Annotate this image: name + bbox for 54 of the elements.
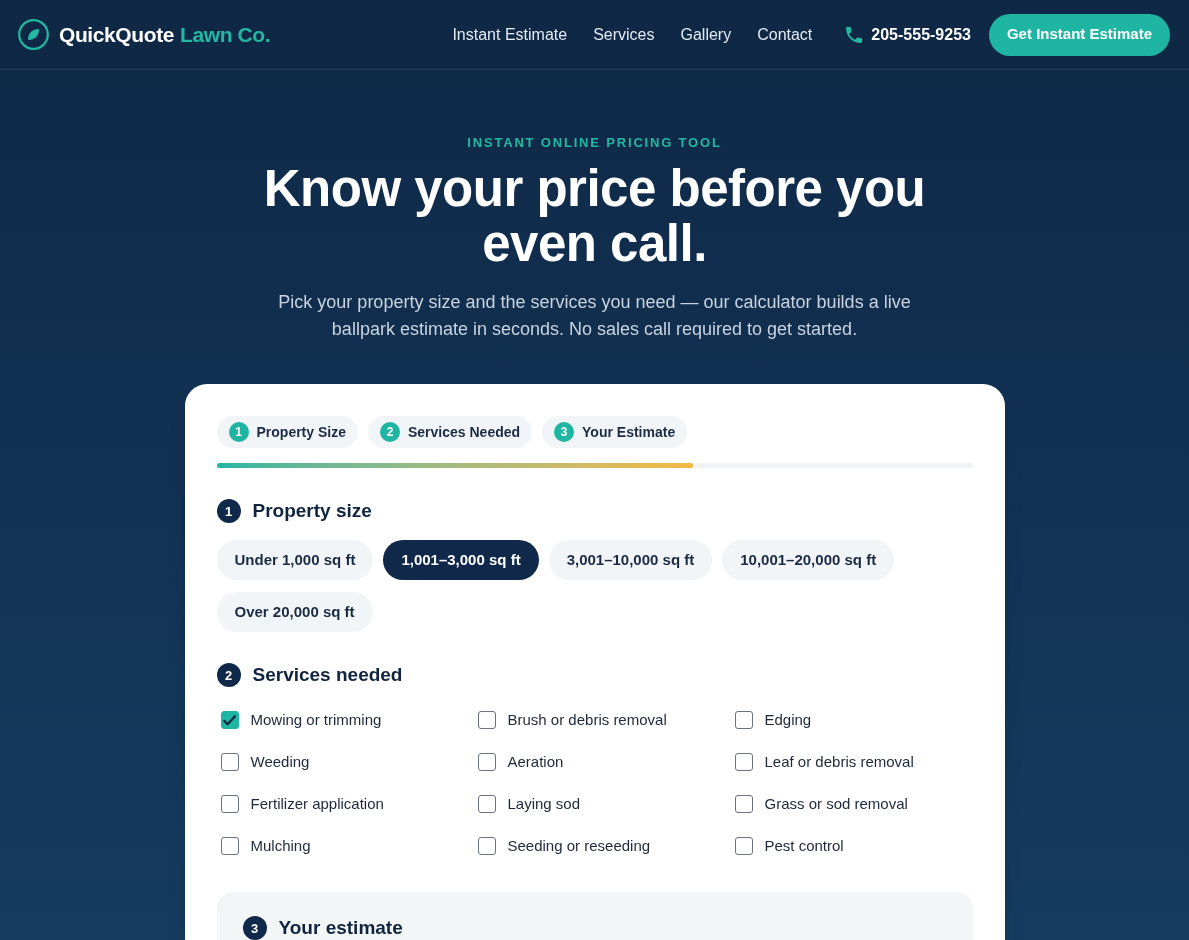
service-label[interactable]: Mowing or trimming xyxy=(250,708,382,732)
checkbox[interactable] xyxy=(477,753,496,771)
step-label: Property Size xyxy=(256,422,346,442)
size-option[interactable]: Under 1,000 sq ft xyxy=(216,540,374,580)
size-option[interactable]: 3,001–10,000 sq ft xyxy=(548,540,713,580)
checkbox[interactable] xyxy=(477,795,496,813)
checkbox[interactable] xyxy=(220,837,239,855)
step-number: 2 xyxy=(380,422,400,442)
brand-name: QuickQuote xyxy=(59,21,175,48)
checkbox[interactable] xyxy=(220,711,239,729)
section-number: 1 xyxy=(216,499,241,523)
hero-title: Know your price before you even call. xyxy=(262,161,927,271)
checkbox[interactable] xyxy=(220,753,239,771)
service-label[interactable]: Leaf or debris removal xyxy=(764,750,914,774)
leaf-logo-icon xyxy=(18,19,49,50)
service-label[interactable]: Laying sod xyxy=(507,792,581,816)
checkbox[interactable] xyxy=(477,837,496,855)
service-label[interactable]: Fertilizer application xyxy=(250,792,384,816)
phone-icon xyxy=(846,26,863,43)
hero-subtitle: Pick your property size and the services you need — our calculator builds a live ballpark estimate in seconds. No sales call required to get started. xyxy=(277,291,912,341)
size-option[interactable]: 1,001–3,000 sq ft xyxy=(383,540,539,580)
service-label[interactable]: Pest control xyxy=(764,834,844,858)
step-number: 3 xyxy=(554,422,575,442)
eyebrow-text: INSTANT ONLINE PRICING TOOL xyxy=(467,134,722,152)
checkbox[interactable] xyxy=(734,753,753,771)
step-label: Services Needed xyxy=(408,422,521,442)
section-heading: Property size xyxy=(252,500,372,522)
nav-link[interactable]: Gallery xyxy=(680,22,732,47)
checkbox[interactable] xyxy=(734,837,753,855)
step-label: Your Estimate xyxy=(582,422,676,442)
step-number: 1 xyxy=(228,422,249,442)
nav-link[interactable]: Instant Estimate xyxy=(452,22,568,47)
checkbox[interactable] xyxy=(477,711,496,729)
service-label[interactable]: Brush or debris removal xyxy=(507,708,667,732)
nav-link[interactable]: Contact xyxy=(757,22,813,47)
nav-link[interactable]: Services xyxy=(593,22,655,47)
service-label[interactable]: Mulching xyxy=(250,834,311,858)
size-option[interactable]: 10,001–20,000 sq ft xyxy=(722,540,895,580)
brand-suffix: Lawn Co. xyxy=(180,21,271,48)
service-label[interactable]: Aeration xyxy=(507,750,564,774)
service-label[interactable]: Weeding xyxy=(250,750,310,774)
phone-number-link[interactable]: 205-555-9253 xyxy=(871,22,971,47)
check-icon xyxy=(223,714,236,726)
size-option[interactable]: Over 20,000 sq ft xyxy=(216,592,373,632)
checkbox[interactable] xyxy=(734,795,753,813)
checkbox[interactable] xyxy=(734,711,753,729)
section-number: 3 xyxy=(242,916,267,940)
checkbox[interactable] xyxy=(220,795,239,813)
section-number: 2 xyxy=(216,663,241,687)
service-label[interactable]: Edging xyxy=(764,708,812,732)
section-heading: Services needed xyxy=(252,664,403,686)
section-heading: Your estimate xyxy=(278,917,403,939)
service-label[interactable]: Seeding or reseeding xyxy=(507,834,651,858)
service-label[interactable]: Grass or sod removal xyxy=(764,792,908,816)
